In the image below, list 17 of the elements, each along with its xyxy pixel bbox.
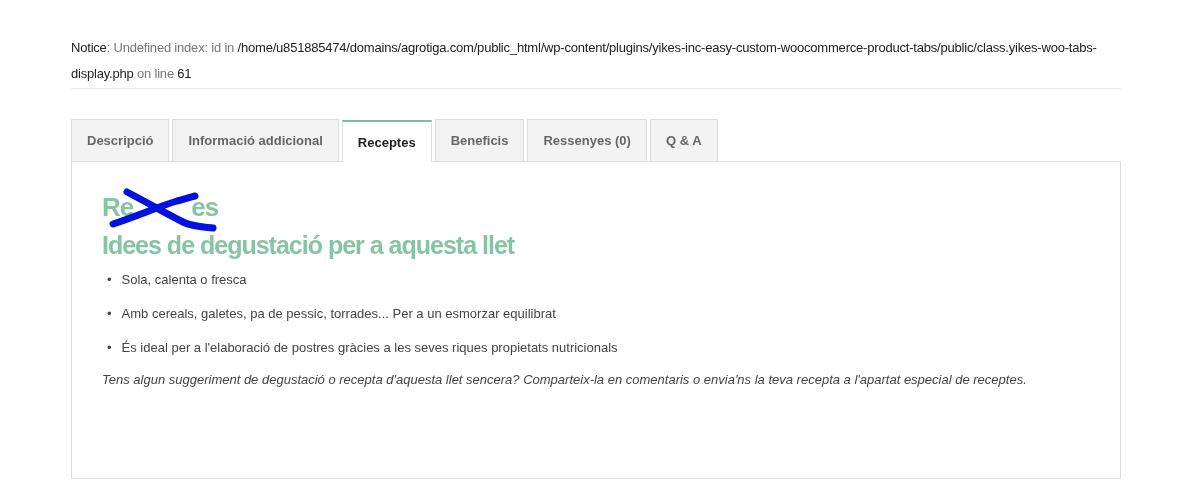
- tab[interactable]: Descripció: [71, 119, 170, 161]
- subheading: Idees de degustació per a aquesta llet: [102, 231, 516, 260]
- note-text: Tens algun suggeriment de degustació o recepta d'aquesta llet sencera? Comparteix-la en comentaris o envia'ns la teva recepta a l'apartat especial de receptes.: [102, 372, 1028, 387]
- tab[interactable]: Ressenyes (0): [527, 119, 647, 161]
- heading-fragment: es: [191, 192, 219, 222]
- tab[interactable]: Informació addicional: [172, 119, 339, 161]
- bullet: •: [107, 271, 112, 289]
- list-item: És ideal per a l'elaboració de postres gràcies a les seves riques propietats nutricionals: [121, 339, 618, 357]
- list-item: Sola, calenta o fresca: [121, 271, 247, 289]
- bullet: •: [107, 305, 112, 323]
- heading-fragment: Re: [102, 192, 134, 222]
- error-notice: Notice: Undefined index: id in /home/u851885474/domains/agrotiga.com/public_html/wp-content/plugins/yikes-inc-easy-custom-woocommerce-product-tabs/public/class.yikes-woo-tabs-display.php on line 61: [71, 35, 1121, 89]
- tab[interactable]: Beneficis: [434, 119, 525, 161]
- tab[interactable]: Receptes: [341, 120, 432, 162]
- tab[interactable]: Q & A: [649, 119, 718, 161]
- bullet: •: [107, 339, 112, 357]
- list-item: Amb cereals, galetes, pa de pessic, torrades... Per a un esmorzar equilibrat: [121, 305, 556, 323]
